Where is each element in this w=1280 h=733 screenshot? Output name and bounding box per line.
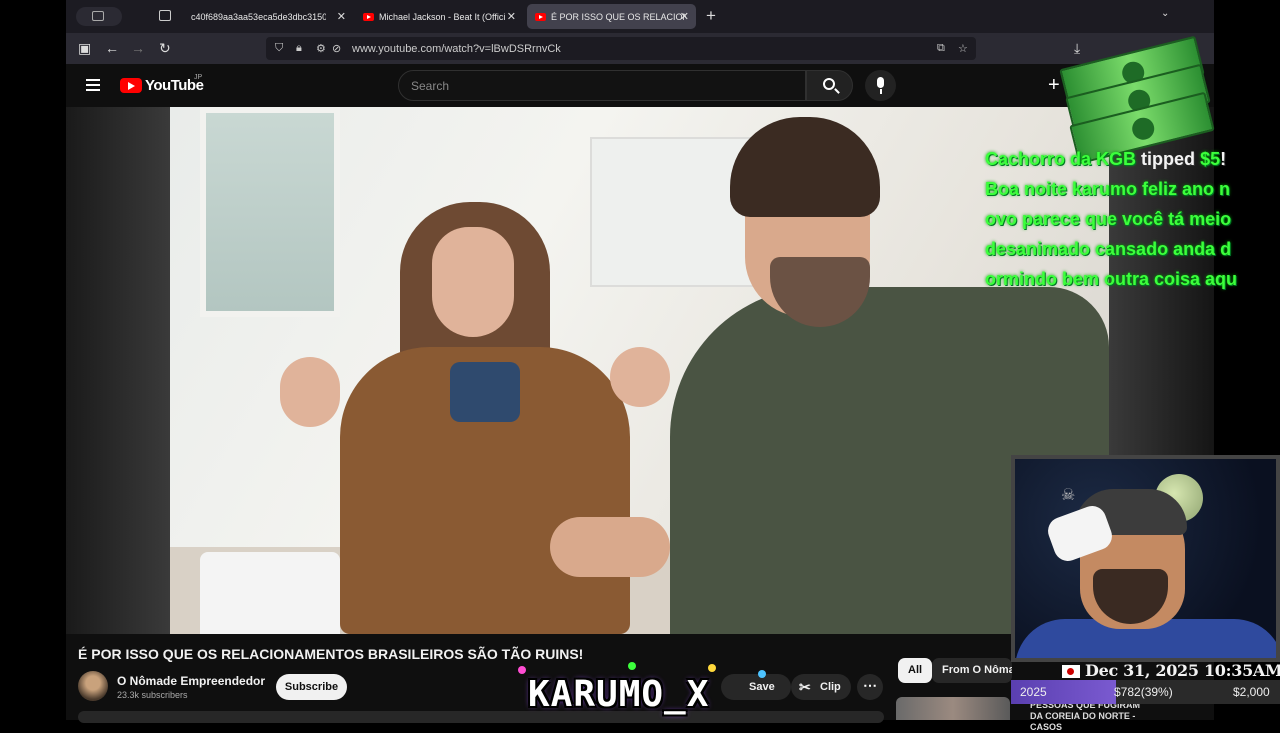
youtube-header: YouTube JP Search + <box>66 64 1214 107</box>
tip-message-line: ormindo bem outra coisa aqu <box>985 269 1238 289</box>
streamer-logo: KARUMO_X <box>508 662 773 720</box>
tab-2-close-icon[interactable]: ✕ <box>507 10 516 23</box>
tab-3-close-icon[interactable]: ✕ <box>680 10 689 23</box>
voice-search-icon[interactable] <box>865 70 896 101</box>
back-icon[interactable]: ← <box>105 40 119 56</box>
tab-1-close-icon[interactable]: ✕ <box>337 10 346 23</box>
firework-icon <box>518 666 526 674</box>
chip-from-channel[interactable]: From O Nômade <box>932 658 1012 683</box>
search-placeholder: Search <box>411 79 450 93</box>
subscribe-button[interactable]: Subscribe <box>276 674 347 700</box>
sidebar-panel-icon[interactable]: ▣ <box>78 40 91 56</box>
tip-message-line: Boa noite karumo feliz ano n <box>985 179 1231 199</box>
tip-message-line: desanimado cansado anda d <box>985 239 1232 259</box>
tip-alert: Cachorro da KGB tipped $5! Boa noite kar… <box>985 144 1280 294</box>
more-actions-button[interactable]: ⋯ <box>857 674 883 700</box>
recommended-thumbnail[interactable] <box>896 697 1010 720</box>
new-tab-button[interactable]: + <box>706 6 716 26</box>
clip-button[interactable]: ✂ Clip <box>791 674 851 700</box>
tip-user: Cachorro da KGB <box>985 149 1137 169</box>
scissors-icon: ✂ <box>799 679 811 695</box>
kitchen-window <box>200 107 340 317</box>
youtube-favicon-icon <box>363 12 374 21</box>
tip-header: Cachorro da KGB tipped $5! <box>985 144 1280 174</box>
sidebar-icon <box>92 11 104 21</box>
video-title: É POR ISSO QUE OS RELACIONAMENTOS BRASIL… <box>78 646 584 662</box>
woman-hand-right <box>610 347 670 407</box>
firework-icon <box>628 662 636 670</box>
sidebar-toggle-button[interactable] <box>76 7 122 26</box>
streamer-logo-text: KARUMO_X <box>528 674 710 715</box>
forward-icon[interactable]: → <box>131 40 145 56</box>
tab-bar: c40f689aa3aa53eca5de3dbc3150f ✕ Michael … <box>66 0 1214 33</box>
tab-1[interactable]: c40f689aa3aa53eca5de3dbc3150f ✕ <box>183 4 353 29</box>
youtube-favicon-icon <box>535 12 546 21</box>
subscriber-count: 23.3k subscribers <box>117 690 188 700</box>
tab-2-label: Michael Jackson - Beat It (Offici <box>379 11 506 22</box>
webcam-overlay: ☠ <box>1011 455 1280 662</box>
tab-3-label: É POR ISSO QUE OS RELACIONA <box>551 11 686 22</box>
picture-in-picture-icon[interactable]: ⧉ <box>937 42 945 55</box>
tip-message-line: ovo parece que você tá meio <box>985 209 1232 229</box>
video-frame[interactable] <box>170 107 1109 634</box>
firework-icon <box>708 664 716 672</box>
tip-word: tipped <box>1141 149 1196 169</box>
search-icon <box>823 78 835 90</box>
bookmark-star-icon[interactable]: ☆ <box>958 42 968 55</box>
skull-icon: ☠ <box>1061 487 1076 504</box>
chip-all[interactable]: All <box>898 658 933 683</box>
region-label: JP <box>194 74 203 81</box>
autoplay-blocked-icon[interactable]: ⊘ <box>332 42 341 55</box>
chair <box>200 552 340 634</box>
clip-label: Clip <box>820 681 841 693</box>
goal-target: $2,000 <box>1233 685 1270 699</box>
tab-2[interactable]: Michael Jackson - Beat It (Offici ✕ <box>355 4 523 29</box>
goal-year: 2025 <box>1020 685 1047 699</box>
woman-collar <box>450 362 520 422</box>
man-hand <box>550 517 670 577</box>
tab-3-active[interactable]: É POR ISSO QUE OS RELACIONA ✕ <box>527 4 696 29</box>
recommended-title[interactable]: PESSOAS QUE FUGIRAM DA COREIA DO NORTE -… <box>1030 700 1150 733</box>
navigation-bar: ▣ ← → ↻ ⛉ 🔒︎ ⚙ ⊘ www.youtube.com/watch?v… <box>66 33 1214 64</box>
shield-icon[interactable]: ⛉ <box>275 42 283 55</box>
stream-datetime: Dec 31, 2025 10:35AM <box>1085 661 1280 680</box>
reload-icon[interactable]: ↻ <box>159 40 171 56</box>
search-input[interactable]: Search <box>398 70 806 101</box>
firework-icon <box>758 670 766 678</box>
youtube-logo-icon[interactable] <box>120 78 142 93</box>
goal-current: $782(39%) <box>1114 685 1173 699</box>
permissions-icon[interactable]: ⚙ <box>316 42 326 55</box>
donation-goal-bar: 2025 $782(39%) $2,000 <box>1011 680 1280 704</box>
search-button[interactable] <box>806 70 853 101</box>
tab-groups-icon[interactable] <box>159 10 171 21</box>
man-hair <box>730 117 880 217</box>
channel-name[interactable]: O Nômade Empreendedor <box>117 674 265 688</box>
channel-avatar[interactable] <box>78 671 108 701</box>
woman-hand-left <box>280 357 340 427</box>
woman-face <box>432 227 514 337</box>
japan-flag-icon <box>1062 665 1080 678</box>
list-all-tabs-icon[interactable]: ⌄ <box>1161 8 1169 19</box>
menu-icon[interactable] <box>86 79 100 91</box>
lock-icon[interactable]: 🔒︎ <box>296 42 302 55</box>
player-side-blur-left <box>66 107 170 634</box>
tip-bang: ! <box>1220 149 1227 169</box>
tab-1-label: c40f689aa3aa53eca5de3dbc3150f <box>191 11 326 22</box>
tip-amount: $5 <box>1200 149 1221 169</box>
url-text[interactable]: www.youtube.com/watch?v=lBwDSRrnvCk <box>352 43 561 55</box>
url-bar[interactable]: ⛉ 🔒︎ ⚙ ⊘ www.youtube.com/watch?v=lBwDSRr… <box>266 37 976 60</box>
